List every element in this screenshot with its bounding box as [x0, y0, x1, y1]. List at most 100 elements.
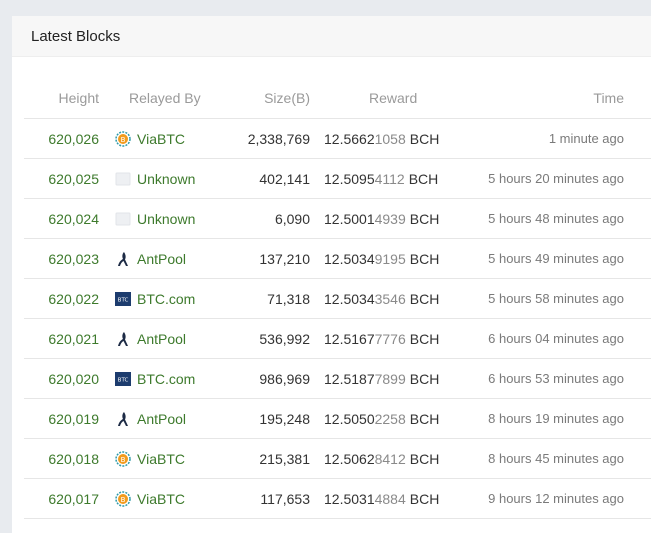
pool-link[interactable]: Unknown [137, 171, 195, 187]
block-time: 5 hours 58 minutes ago [488, 291, 624, 306]
latest-blocks-card: Latest Blocks Height Relayed By Size(B) … [12, 16, 651, 533]
block-size: 2,338,769 [247, 130, 310, 147]
block-time: 5 hours 20 minutes ago [488, 171, 624, 186]
block-reward: 12.5062 8412 BCH [324, 439, 464, 478]
table-row: 620,021 AntPool 536,992 12.5167 7776 BCH 6 hou… [24, 319, 651, 359]
pool-link[interactable]: ViaBTC [137, 131, 185, 147]
block-size: 195,248 [259, 410, 310, 427]
svg-text:B: B [121, 456, 126, 464]
block-time: 9 hours 12 minutes ago [488, 491, 624, 506]
block-time: 1 minute ago [548, 131, 624, 146]
antpool-icon [115, 411, 131, 427]
pool-link[interactable]: BTC.com [137, 371, 195, 387]
svg-text:B: B [121, 136, 126, 144]
svg-text:B: B [121, 496, 126, 504]
column-time: Time [593, 90, 624, 106]
reward-main: 12.5034 [324, 290, 375, 307]
table-row: 620,022 BTC BTC.com 71,318 12.5034 3546 BCH 5 h… [24, 279, 651, 319]
table-row: 620,023 AntPool 137,210 12.5034 9195 BCH 5 hou… [24, 239, 651, 279]
pool-link[interactable]: AntPool [137, 411, 186, 427]
viabtc-icon: B [115, 490, 131, 507]
reward-tail: 4939 [374, 210, 406, 227]
block-time: 5 hours 48 minutes ago [488, 211, 624, 226]
btccom-icon: BTC [115, 291, 131, 307]
reward-main: 12.5662 [324, 130, 375, 147]
block-time: 6 hours 53 minutes ago [488, 371, 624, 386]
reward-unit: BCH [409, 330, 440, 347]
reward-unit: BCH [409, 130, 440, 147]
reward-unit: BCH [409, 370, 440, 387]
pool-link[interactable]: ViaBTC [137, 451, 185, 467]
block-time: 5 hours 49 minutes ago [488, 251, 624, 266]
reward-tail: 8412 [374, 450, 406, 467]
block-reward: 12.5662 1058 BCH [324, 119, 464, 158]
block-height-link[interactable]: 620,023 [48, 251, 99, 267]
table-row: 620,017 B ViaBTC 117,653 12.5031 4884 BCH 9 hou… [24, 479, 651, 519]
block-height-link[interactable]: 620,019 [48, 411, 99, 427]
reward-main: 12.5095 [324, 170, 375, 187]
block-time: 8 hours 45 minutes ago [488, 451, 624, 466]
reward-main: 12.5050 [324, 410, 375, 427]
block-size: 6,090 [274, 210, 310, 227]
card-title: Latest Blocks [12, 16, 651, 57]
reward-main: 12.5031 [324, 490, 375, 507]
reward-unit: BCH [408, 170, 439, 187]
block-reward: 12.5187 7899 BCH [324, 359, 464, 398]
reward-tail: 7899 [374, 370, 406, 387]
block-time: 8 hours 19 minutes ago [488, 411, 624, 426]
block-height-link[interactable]: 620,021 [48, 331, 99, 347]
svg-text:BTC: BTC [118, 377, 129, 383]
pool-link[interactable]: AntPool [137, 331, 186, 347]
reward-main: 12.5034 [324, 250, 375, 267]
block-reward: 12.5167 7776 BCH [324, 319, 464, 358]
table-row: 620,019 AntPool 195,248 12.5050 2258 BCH 8 hou… [24, 399, 651, 439]
block-size: 117,653 [260, 490, 310, 507]
reward-main: 12.5187 [324, 370, 375, 387]
reward-unit: BCH [409, 490, 440, 507]
unknown-icon [115, 211, 131, 227]
btccom-icon: BTC [115, 371, 131, 387]
block-height-link[interactable]: 620,020 [48, 371, 99, 387]
block-height-link[interactable]: 620,018 [48, 451, 99, 467]
reward-tail: 1058 [374, 130, 406, 147]
reward-unit: BCH [409, 210, 440, 227]
block-height-link[interactable]: 620,017 [48, 491, 99, 507]
block-size: 536,992 [259, 330, 310, 347]
table-row: 620,024 Unknown 6,090 12.5001 4939 BCH 5 hours… [24, 199, 651, 239]
block-size: 137,210 [259, 250, 310, 267]
column-size: Size(B) [264, 90, 310, 106]
reward-tail: 9195 [374, 250, 406, 267]
pool-link[interactable]: Unknown [137, 211, 195, 227]
block-height-link[interactable]: 620,026 [48, 131, 99, 147]
reward-unit: BCH [409, 290, 440, 307]
antpool-icon [115, 251, 131, 267]
table-body: 620,026 B ViaBTC 2,338,769 12.5662 1058 BCH 1 m… [24, 119, 651, 519]
viabtc-icon: B [115, 450, 131, 467]
reward-unit: BCH [409, 250, 440, 267]
antpool-icon [115, 331, 131, 347]
reward-tail: 7776 [374, 330, 406, 347]
pool-link[interactable]: AntPool [137, 251, 186, 267]
block-reward: 12.5034 3546 BCH [324, 279, 464, 318]
reward-main: 12.5001 [324, 210, 375, 227]
block-height-link[interactable]: 620,022 [48, 291, 99, 307]
block-reward: 12.5031 4884 BCH [324, 479, 464, 518]
block-height-link[interactable]: 620,025 [48, 171, 99, 187]
reward-main: 12.5062 [324, 450, 375, 467]
block-time: 6 hours 04 minutes ago [488, 331, 624, 346]
reward-tail: 4884 [374, 490, 406, 507]
table-row: 620,018 B ViaBTC 215,381 12.5062 8412 BCH 8 hou… [24, 439, 651, 479]
unknown-icon [115, 171, 131, 187]
block-height-link[interactable]: 620,024 [48, 211, 99, 227]
table-row: 620,026 B ViaBTC 2,338,769 12.5662 1058 BCH 1 m… [24, 119, 651, 159]
table-header: Height Relayed By Size(B) Reward Time [24, 78, 651, 119]
svg-text:BTC: BTC [118, 297, 129, 303]
block-reward: 12.5034 9195 BCH [324, 239, 464, 278]
block-reward: 12.5001 4939 BCH [324, 199, 464, 238]
pool-link[interactable]: BTC.com [137, 291, 195, 307]
block-size: 986,969 [259, 370, 310, 387]
block-reward: 12.5095 4112 BCH [324, 159, 464, 198]
column-height: Height [58, 90, 99, 106]
reward-tail: 4112 [374, 170, 405, 187]
pool-link[interactable]: ViaBTC [137, 491, 185, 507]
